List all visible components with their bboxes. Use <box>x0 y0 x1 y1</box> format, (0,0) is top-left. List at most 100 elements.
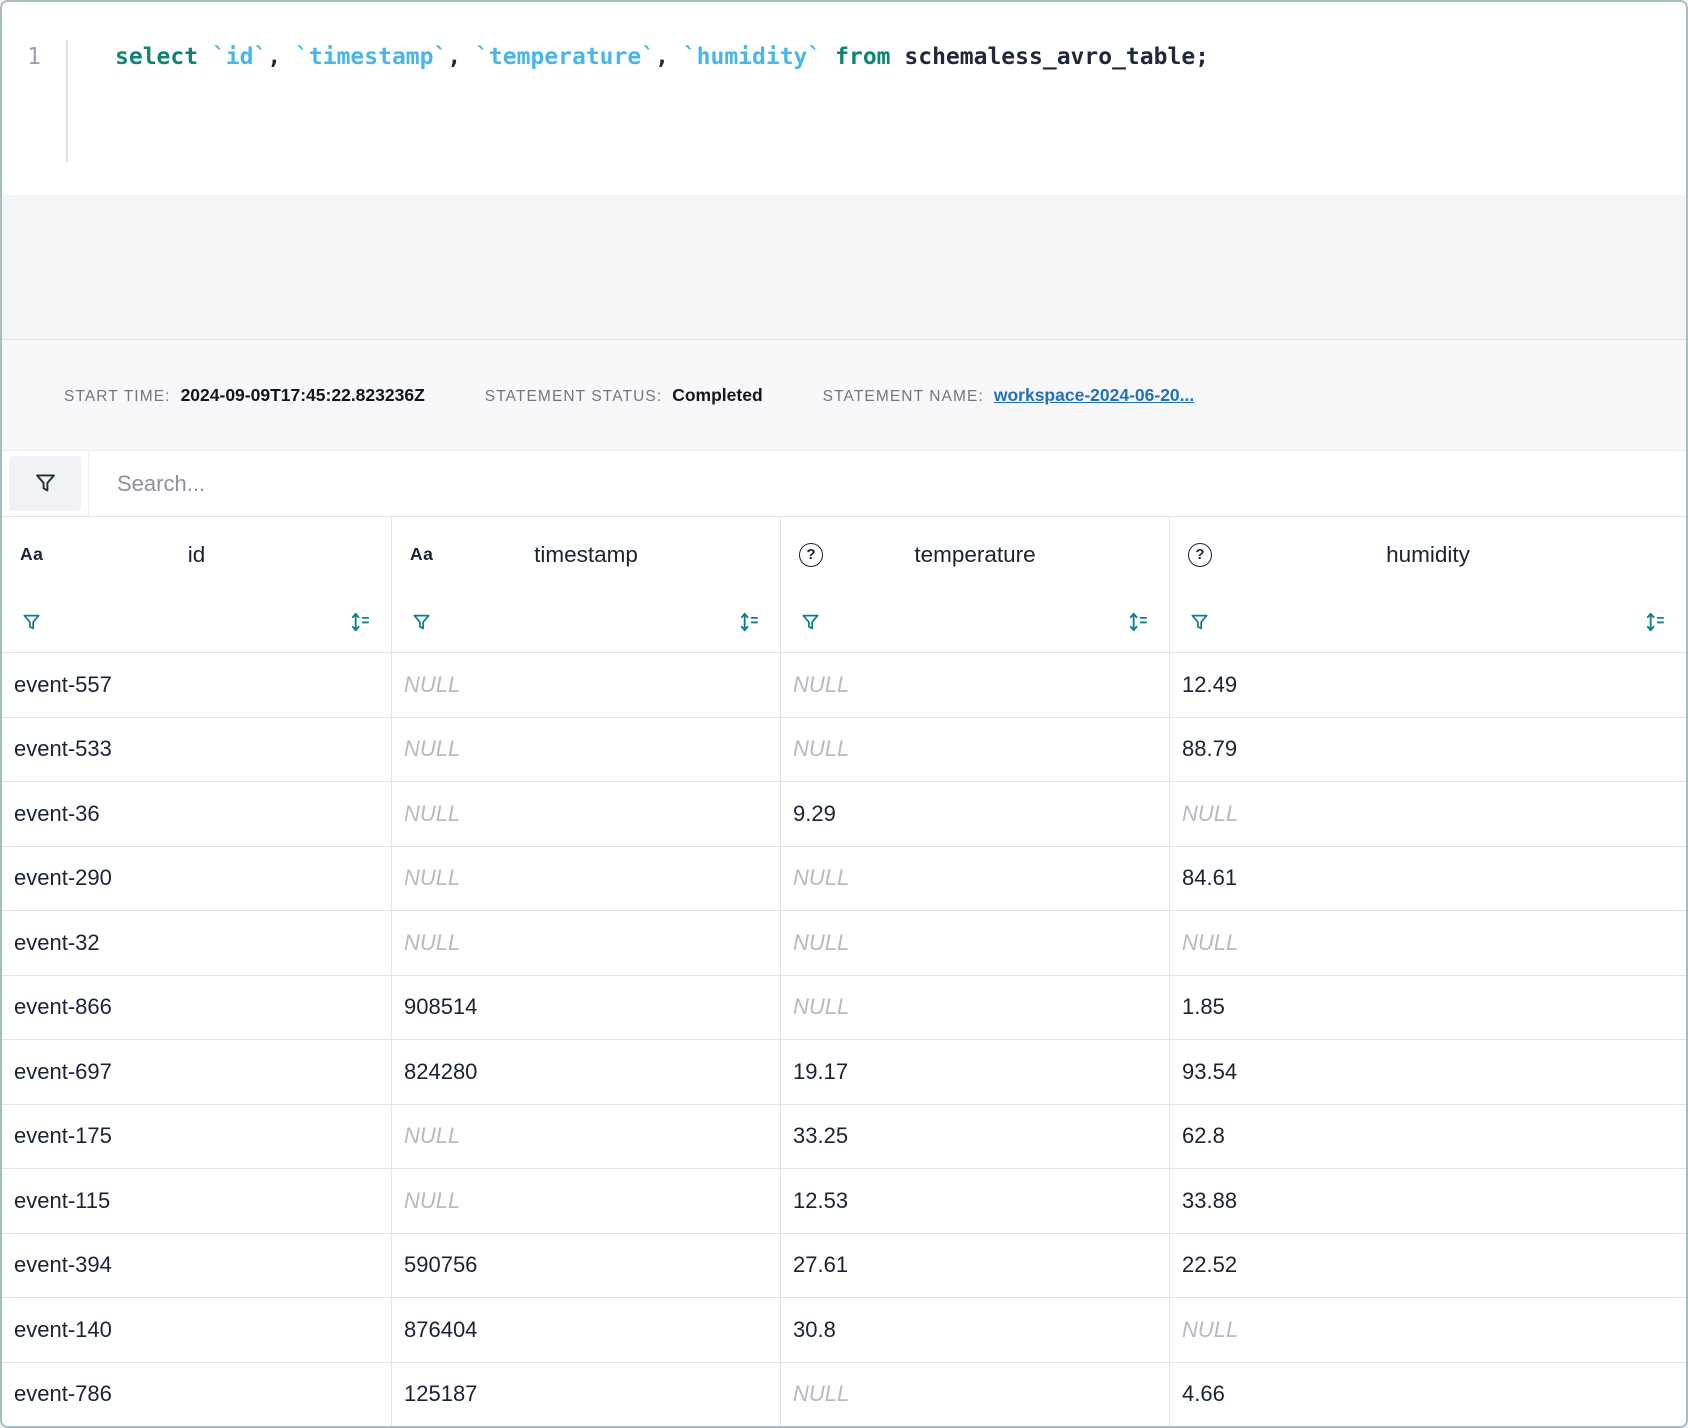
column-sort-icon[interactable] <box>1125 609 1151 635</box>
table-cell-timestamp[interactable]: NULL <box>392 846 781 911</box>
table-cell-id[interactable]: event-786 <box>2 1362 392 1427</box>
table-cell-humidity[interactable]: NULL <box>1170 781 1686 846</box>
editor-panel-spacer <box>2 195 1686 340</box>
table-cell-humidity[interactable]: 62.8 <box>1170 1104 1686 1169</box>
sql-statement-results-window: 1 select `id`, `timestamp`, `temperature… <box>0 0 1688 1428</box>
column-filter-icon[interactable] <box>20 611 43 634</box>
table-cell-temperature[interactable]: 9.29 <box>781 781 1170 846</box>
sql-token-identifier: `timestamp` <box>295 44 447 70</box>
table-cell-temperature[interactable]: NULL <box>781 717 1170 782</box>
sql-token-identifier: `humidity` <box>683 44 821 70</box>
table-cell-timestamp[interactable]: 908514 <box>392 975 781 1040</box>
table-cell-id[interactable]: event-36 <box>2 781 392 846</box>
filter-button[interactable] <box>9 456 81 511</box>
table-cell-temperature[interactable]: NULL <box>781 910 1170 975</box>
column-controls-timestamp <box>392 592 781 652</box>
line-number: 1 <box>27 44 41 70</box>
table-cell-id[interactable]: event-533 <box>2 717 392 782</box>
column-filter-icon[interactable] <box>1188 611 1211 634</box>
results-table: AaidAatimestamp?temperature?humidityeven… <box>2 516 1686 1426</box>
table-cell-humidity[interactable]: 1.85 <box>1170 975 1686 1040</box>
table-cell-id[interactable]: event-557 <box>2 652 392 717</box>
statement-name-label: STATEMENT NAME: <box>823 388 984 406</box>
sql-editor[interactable]: 1 select `id`, `timestamp`, `temperature… <box>2 2 1686 195</box>
table-cell-timestamp[interactable]: 876404 <box>392 1297 781 1362</box>
table-cell-timestamp[interactable]: 125187 <box>392 1362 781 1427</box>
table-cell-temperature[interactable]: 27.61 <box>781 1233 1170 1298</box>
sql-token-plain: schemaless_avro_table; <box>904 44 1209 70</box>
table-cell-humidity[interactable]: 93.54 <box>1170 1039 1686 1104</box>
sql-code-line[interactable]: select `id`, `timestamp`, `temperature`,… <box>68 40 1209 195</box>
column-header-humidity[interactable]: ?humidity <box>1170 516 1686 592</box>
filter-button-cell <box>2 451 89 516</box>
statement-status-group: STATEMENT STATUS: Completed <box>485 385 763 406</box>
table-cell-id[interactable]: event-290 <box>2 846 392 911</box>
results-toolbar <box>2 450 1686 516</box>
table-cell-temperature[interactable]: 33.25 <box>781 1104 1170 1169</box>
table-cell-timestamp[interactable]: NULL <box>392 717 781 782</box>
table-cell-id[interactable]: event-115 <box>2 1168 392 1233</box>
sql-token-identifier: `temperature` <box>475 44 655 70</box>
table-cell-id[interactable]: event-175 <box>2 1104 392 1169</box>
table-cell-temperature[interactable]: 19.17 <box>781 1039 1170 1104</box>
table-cell-timestamp[interactable]: NULL <box>392 910 781 975</box>
funnel-icon <box>32 470 59 497</box>
start-time-group: START TIME: 2024-09-09T17:45:22.823236Z <box>64 385 425 406</box>
table-cell-humidity[interactable]: 12.49 <box>1170 652 1686 717</box>
table-cell-timestamp[interactable]: NULL <box>392 1168 781 1233</box>
sql-token-identifier: `id` <box>212 44 267 70</box>
column-filter-icon[interactable] <box>799 611 822 634</box>
column-controls-id <box>2 592 392 652</box>
table-cell-humidity[interactable]: NULL <box>1170 1297 1686 1362</box>
table-cell-timestamp[interactable]: 590756 <box>392 1233 781 1298</box>
table-cell-humidity[interactable]: 88.79 <box>1170 717 1686 782</box>
table-cell-temperature[interactable]: 30.8 <box>781 1297 1170 1362</box>
table-cell-humidity[interactable]: 22.52 <box>1170 1233 1686 1298</box>
statement-name-link[interactable]: workspace-2024-06-20... <box>994 385 1194 406</box>
column-title: id <box>2 542 391 568</box>
table-cell-id[interactable]: event-32 <box>2 910 392 975</box>
table-cell-id[interactable]: event-697 <box>2 1039 392 1104</box>
column-title: humidity <box>1170 542 1686 568</box>
sql-token-keyword: select <box>115 44 212 70</box>
table-cell-humidity[interactable]: 84.61 <box>1170 846 1686 911</box>
sql-token-plain: , <box>447 44 475 70</box>
column-header-timestamp[interactable]: Aatimestamp <box>392 516 781 592</box>
editor-gutter: 1 <box>2 40 68 162</box>
table-cell-timestamp[interactable]: NULL <box>392 781 781 846</box>
string-type-icon: Aa <box>20 544 43 565</box>
table-cell-timestamp[interactable]: NULL <box>392 652 781 717</box>
table-cell-timestamp[interactable]: NULL <box>392 1104 781 1169</box>
sql-token-plain: , <box>267 44 295 70</box>
table-cell-temperature[interactable]: NULL <box>781 846 1170 911</box>
start-time-value: 2024-09-09T17:45:22.823236Z <box>181 385 425 406</box>
start-time-label: START TIME: <box>64 388 171 406</box>
column-header-temperature[interactable]: ?temperature <box>781 516 1170 592</box>
table-cell-humidity[interactable]: NULL <box>1170 910 1686 975</box>
unknown-type-icon: ? <box>799 543 823 567</box>
table-cell-temperature[interactable]: NULL <box>781 1362 1170 1427</box>
search-input[interactable] <box>89 451 1686 516</box>
table-cell-id[interactable]: event-394 <box>2 1233 392 1298</box>
table-cell-temperature[interactable]: NULL <box>781 975 1170 1040</box>
column-sort-icon[interactable] <box>1642 609 1668 635</box>
sql-token-plain: , <box>655 44 683 70</box>
table-cell-temperature[interactable]: 12.53 <box>781 1168 1170 1233</box>
statement-metadata-bar: START TIME: 2024-09-09T17:45:22.823236Z … <box>2 340 1686 450</box>
string-type-icon: Aa <box>410 544 433 565</box>
column-sort-icon[interactable] <box>347 609 373 635</box>
unknown-type-icon: ? <box>1188 543 1212 567</box>
sql-token-keyword: from <box>835 44 904 70</box>
table-cell-timestamp[interactable]: 824280 <box>392 1039 781 1104</box>
table-cell-humidity[interactable]: 33.88 <box>1170 1168 1686 1233</box>
table-cell-id[interactable]: event-140 <box>2 1297 392 1362</box>
statement-name-group: STATEMENT NAME: workspace-2024-06-20... <box>823 385 1195 406</box>
column-controls-temperature <box>781 592 1170 652</box>
column-controls-humidity <box>1170 592 1686 652</box>
table-cell-id[interactable]: event-866 <box>2 975 392 1040</box>
column-sort-icon[interactable] <box>736 609 762 635</box>
column-header-id[interactable]: Aaid <box>2 516 392 592</box>
table-cell-humidity[interactable]: 4.66 <box>1170 1362 1686 1427</box>
column-filter-icon[interactable] <box>410 611 433 634</box>
table-cell-temperature[interactable]: NULL <box>781 652 1170 717</box>
